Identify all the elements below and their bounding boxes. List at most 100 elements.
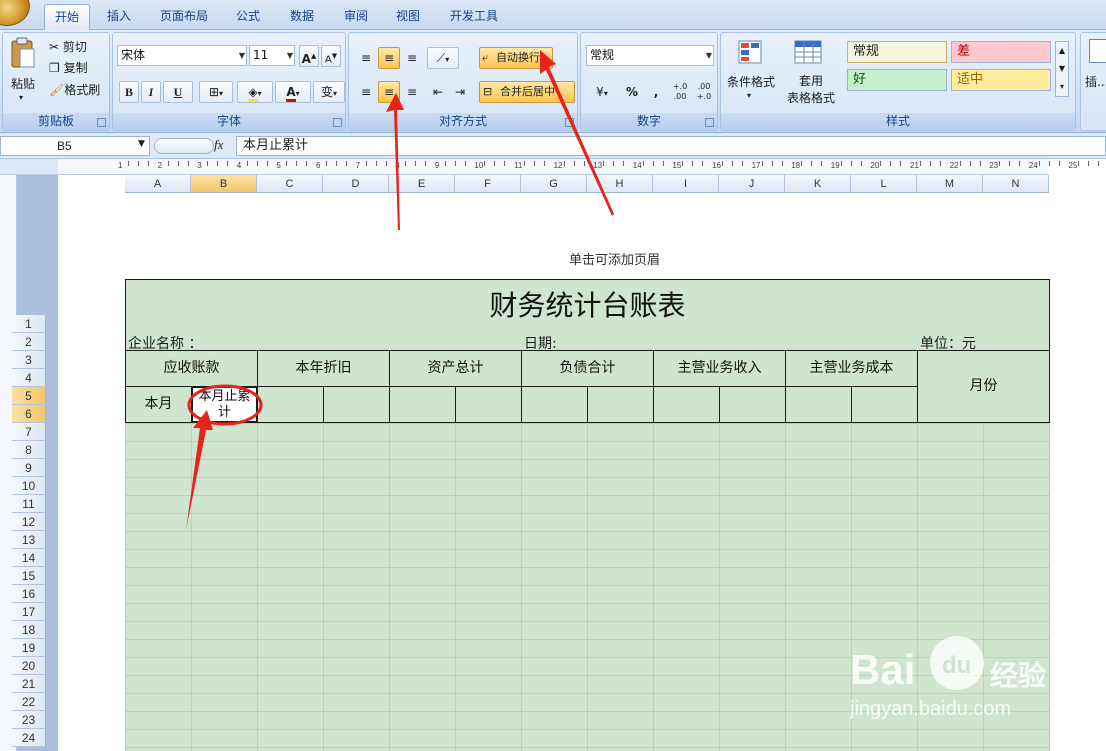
column-header-k[interactable]: K <box>785 175 851 193</box>
cell-this-month[interactable]: 本月 <box>125 386 192 423</box>
decrease-indent-button[interactable]: ⇤ <box>427 81 449 103</box>
header-month[interactable]: 月份 <box>917 350 1050 423</box>
conditional-format-button[interactable]: 条件格式 <box>727 73 775 90</box>
header-main-revenue[interactable]: 主营业务收入 <box>653 350 786 387</box>
phonetic-button[interactable]: 变▾ <box>313 81 345 103</box>
sub-header-cell[interactable] <box>653 386 720 423</box>
insert-cells-icon[interactable] <box>1089 39 1106 63</box>
table-format-icon[interactable] <box>793 39 823 67</box>
sub-header-cell[interactable] <box>257 386 324 423</box>
row-header-24[interactable]: 24 <box>12 729 46 747</box>
font-color-button[interactable]: A▾ <box>275 81 311 103</box>
row-header-13[interactable]: 13 <box>12 531 46 549</box>
column-header-c[interactable]: C <box>257 175 323 193</box>
font-launcher-icon[interactable] <box>333 118 342 127</box>
sub-header-cell[interactable] <box>719 386 786 423</box>
column-header-m[interactable]: M <box>917 175 983 193</box>
tab-formulas[interactable]: 公式 <box>226 4 270 30</box>
row-header-17[interactable]: 17 <box>12 603 46 621</box>
header-hint[interactable]: 单击可添加页眉 <box>569 249 660 268</box>
column-header-b[interactable]: B <box>191 175 257 193</box>
row-header-7[interactable]: 7 <box>12 423 46 441</box>
formula-bar-splitter[interactable] <box>154 138 214 154</box>
table-title[interactable]: 财务统计台账表 <box>125 279 1050 333</box>
office-button[interactable] <box>0 0 30 26</box>
row-header-2[interactable]: 2 <box>12 333 46 351</box>
grow-font-button[interactable]: A▲ <box>299 45 319 67</box>
borders-button[interactable]: ⊞▾ <box>199 81 233 103</box>
row-header-18[interactable]: 18 <box>12 621 46 639</box>
comma-button[interactable]: , <box>645 81 667 103</box>
row-header-8[interactable]: 8 <box>12 441 46 459</box>
align-left-button[interactable]: ≡ <box>355 81 377 103</box>
tab-review[interactable]: 审阅 <box>334 4 378 30</box>
row-header-3[interactable]: 3 <box>12 351 46 369</box>
sub-header-cell[interactable] <box>521 386 588 423</box>
row-header-4[interactable]: 4 <box>12 369 46 387</box>
wrap-text-button[interactable]: ⤶ 自动换行 <box>479 47 553 69</box>
orientation-button[interactable]: ⟋▾ <box>427 47 459 69</box>
row-header-12[interactable]: 12 <box>12 513 46 531</box>
row-header-21[interactable]: 21 <box>12 675 46 693</box>
tab-page-layout[interactable]: 页面布局 <box>152 4 216 30</box>
sub-header-cell[interactable] <box>389 386 456 423</box>
tab-view[interactable]: 视图 <box>386 4 430 30</box>
decrease-decimal-button[interactable]: .00 +.0 <box>693 81 715 103</box>
bold-button[interactable]: B <box>119 81 139 103</box>
percent-button[interactable]: % <box>621 81 643 103</box>
insert-function-button[interactable]: fx <box>214 137 223 153</box>
header-total-liabilities[interactable]: 负债合计 <box>521 350 654 387</box>
cell-b5-cumulative[interactable]: 本月止累计 <box>191 386 258 423</box>
insert-cells-button[interactable]: 插... <box>1085 73 1106 90</box>
name-box[interactable]: B5 <box>0 136 150 156</box>
paste-button[interactable]: 粘贴 <box>11 75 35 92</box>
row-header-6[interactable]: 6 <box>12 405 46 423</box>
font-name-select[interactable]: 宋体 ▼ <box>117 45 247 66</box>
formula-input[interactable]: 本月止累计 <box>236 136 1106 156</box>
column-header-l[interactable]: L <box>851 175 917 193</box>
sub-header-cell[interactable] <box>785 386 852 423</box>
fill-color-button[interactable]: ◈▾ <box>237 81 273 103</box>
column-header-h[interactable]: H <box>587 175 653 193</box>
corner-select-all[interactable] <box>0 159 58 175</box>
tab-home[interactable]: 开始 <box>44 4 90 30</box>
styles-scroll[interactable]: ▲ ▼ ▾ <box>1055 41 1069 97</box>
paste-icon[interactable] <box>9 37 37 71</box>
font-size-select[interactable]: 11 ▼ <box>249 45 295 66</box>
header-total-assets[interactable]: 资产总计 <box>389 350 522 387</box>
column-header-g[interactable]: G <box>521 175 587 193</box>
header-depreciation[interactable]: 本年折旧 <box>257 350 390 387</box>
name-box-dropdown-icon[interactable]: ▼ <box>138 139 145 149</box>
merge-center-button[interactable]: ⊟ 合并后居中 <box>479 81 575 103</box>
copy-button[interactable]: ❐ 复制 <box>49 59 88 76</box>
row-header-23[interactable]: 23 <box>12 711 46 729</box>
row-header-5[interactable]: 5 <box>12 387 46 405</box>
style-bad[interactable]: 差 <box>951 41 1051 63</box>
style-good[interactable]: 好 <box>847 69 947 91</box>
table-format-button[interactable]: 套用 表格格式 <box>781 73 841 107</box>
row-header-1[interactable]: 1 <box>12 315 46 333</box>
column-header-a[interactable]: A <box>125 175 191 193</box>
accounting-format-button[interactable]: ¥▾ <box>587 81 617 103</box>
tab-developer[interactable]: 开发工具 <box>442 4 506 30</box>
italic-button[interactable]: I <box>141 81 161 103</box>
row-header-16[interactable]: 16 <box>12 585 46 603</box>
header-receivables[interactable]: 应收账款 <box>125 350 258 387</box>
row-header-22[interactable]: 22 <box>12 693 46 711</box>
increase-decimal-button[interactable]: +.0 .00 <box>669 81 691 103</box>
row-header-20[interactable]: 20 <box>12 657 46 675</box>
underline-button[interactable]: U <box>163 81 193 103</box>
tab-insert[interactable]: 插入 <box>97 4 141 30</box>
align-center-button[interactable]: ≡ <box>378 81 400 103</box>
number-format-select[interactable]: 常规 ▼ <box>586 45 714 66</box>
align-top-button[interactable]: ≡ <box>355 47 377 69</box>
tab-data[interactable]: 数据 <box>280 4 324 30</box>
shrink-font-button[interactable]: A▼ <box>321 45 341 67</box>
clipboard-launcher-icon[interactable] <box>97 118 106 127</box>
column-header-f[interactable]: F <box>455 175 521 193</box>
number-launcher-icon[interactable] <box>705 118 714 127</box>
column-header-e[interactable]: E <box>389 175 455 193</box>
row-header-10[interactable]: 10 <box>12 477 46 495</box>
sub-header-cell[interactable] <box>851 386 918 423</box>
row-header-19[interactable]: 19 <box>12 639 46 657</box>
